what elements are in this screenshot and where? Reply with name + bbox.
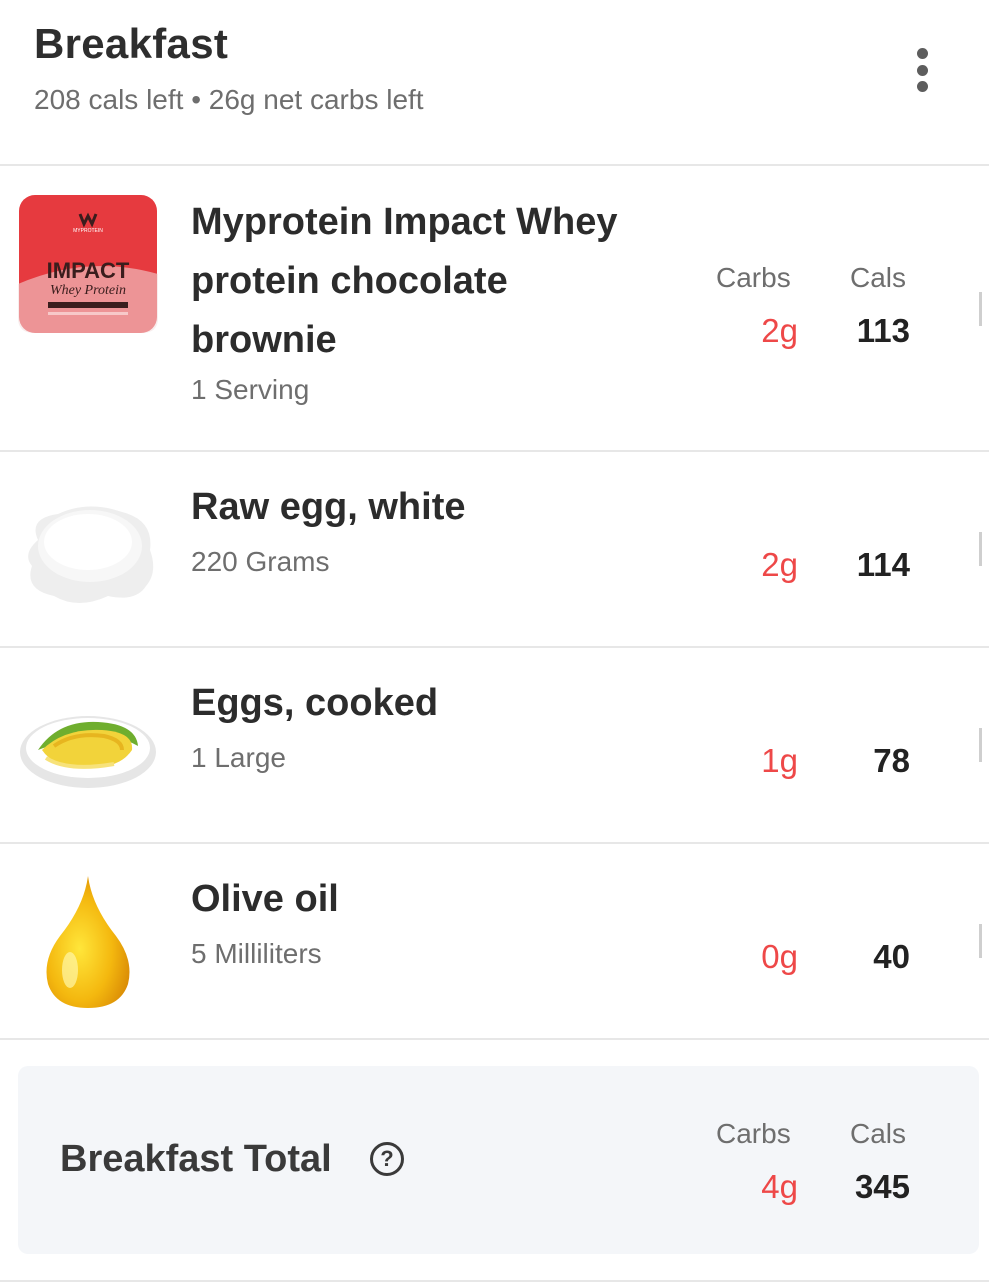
food-cals: 78 <box>873 742 910 779</box>
food-name: Raw egg, white <box>191 486 466 528</box>
total-cals: 345 <box>854 1168 910 1205</box>
meal-total-label: Breakfast Total <box>60 1138 332 1180</box>
carbs-column-label: Carbs <box>716 1118 791 1149</box>
total-carbs: 4g <box>761 1168 798 1205</box>
food-carbs: 2g <box>761 312 798 349</box>
carbs-column-label: Carbs <box>716 262 791 293</box>
drag-handle[interactable] <box>979 728 989 762</box>
food-cals: 113 <box>856 312 910 349</box>
svg-text:MYPROTEIN: MYPROTEIN <box>73 228 103 234</box>
egg-white-icon <box>18 480 158 620</box>
food-cals: 114 <box>856 546 910 583</box>
drag-handle[interactable] <box>979 924 989 958</box>
food-serving: 5 Milliliters <box>191 938 322 969</box>
cals-column-label: Cals <box>850 262 907 293</box>
food-carbs: 1g <box>761 742 798 779</box>
meal-total-card: Breakfast Total ? Carbs Cals 4g 345 <box>18 1066 979 1254</box>
food-name: Olive oil <box>191 878 339 920</box>
more-options-icon[interactable] <box>906 44 938 96</box>
food-name: Eggs, cooked <box>191 682 439 724</box>
svg-text:IMPACT: IMPACT <box>47 258 130 283</box>
food-item-row[interactable]: Raw egg, white 220 Grams 2g 114 <box>0 452 989 648</box>
protein-package-icon: MYPROTEIN IMPACT Whey Protein <box>18 194 158 334</box>
food-name: Myprotein Impact Whey protein chocolate … <box>191 201 618 361</box>
food-serving: 1 Large <box>191 742 286 773</box>
food-item-row[interactable]: Olive oil 5 Milliliters 0g 40 <box>0 844 989 1040</box>
food-carbs: 2g <box>761 546 798 583</box>
oil-drop-icon <box>18 872 158 1012</box>
food-item-row[interactable]: Eggs, cooked 1 Large 1g 78 <box>0 648 989 844</box>
food-serving: 220 Grams <box>191 546 330 577</box>
food-cals: 40 <box>873 938 910 975</box>
svg-text:Whey Protein: Whey Protein <box>50 283 126 298</box>
food-serving: 1 Serving <box>191 374 310 405</box>
meal-remaining-summary: 208 cals left • 26g net carbs left <box>34 84 424 115</box>
food-item-row[interactable]: MYPROTEIN IMPACT Whey Protein Myprotein … <box>0 166 989 452</box>
cooked-egg-plate-icon <box>18 676 158 816</box>
food-carbs: 0g <box>761 938 798 975</box>
help-icon[interactable]: ? <box>370 1142 404 1176</box>
meal-title: Breakfast <box>34 20 229 67</box>
drag-handle[interactable] <box>979 532 989 566</box>
drag-handle[interactable] <box>979 292 989 326</box>
meal-header: Breakfast 208 cals left • 26g net carbs … <box>0 0 989 166</box>
cals-column-label: Cals <box>850 1118 907 1149</box>
